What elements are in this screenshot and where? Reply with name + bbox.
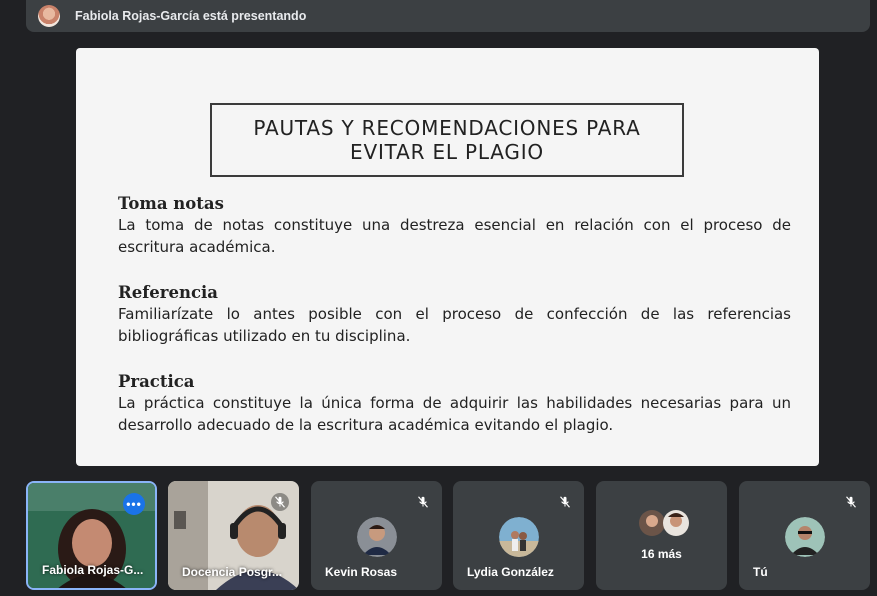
participant-tile-kevin[interactable]: Kevin Rosas xyxy=(311,481,442,590)
participant-tile-self[interactable]: Tú xyxy=(739,481,870,590)
participant-name: Lydia González xyxy=(467,565,554,579)
participant-name: Kevin Rosas xyxy=(325,565,398,579)
participant-avatar xyxy=(356,517,397,557)
section-heading: Practica xyxy=(118,372,195,391)
section-body: La toma de notas constituye una destreza… xyxy=(118,216,791,256)
shared-slide: PAUTAS Y RECOMENDACIONES PARA EVITAR EL … xyxy=(76,48,819,466)
slide-section-practica: Practica La práctica constituye la única… xyxy=(118,371,791,436)
participant-name: Tú xyxy=(753,565,768,579)
participant-tile-docencia[interactable]: Docencia Posgr... xyxy=(168,481,299,590)
presenting-banner: Fabiola Rojas-García está presentando xyxy=(26,0,870,32)
presenting-text: Fabiola Rojas-García está presentando xyxy=(75,9,307,23)
slide-title-box: PAUTAS Y RECOMENDACIONES PARA EVITAR EL … xyxy=(210,103,684,177)
section-heading: Toma notas xyxy=(118,194,224,213)
participant-avatar xyxy=(498,517,539,557)
participant-tile-fabiola[interactable]: ••• Fabiola Rojas-G... xyxy=(26,481,157,590)
presenter-avatar xyxy=(38,5,60,27)
participant-name: Docencia Posgr... xyxy=(182,565,283,579)
more-participants-count: 16 más xyxy=(641,547,682,561)
participant-name: Fabiola Rojas-G... xyxy=(42,563,144,577)
more-options-icon[interactable]: ••• xyxy=(123,493,145,515)
participant-avatar xyxy=(784,517,825,557)
section-heading: Referencia xyxy=(118,283,218,302)
participant-tile-lydia[interactable]: Lydia González xyxy=(453,481,584,590)
more-participants-tile[interactable]: 16 más xyxy=(596,481,727,590)
section-body: Familiarízate lo antes posible con el pr… xyxy=(118,305,791,345)
mic-off-icon xyxy=(846,496,856,508)
slide-title-line-1: PAUTAS Y RECOMENDACIONES PARA xyxy=(253,116,641,140)
participant-avatars-stack xyxy=(639,510,689,536)
mic-off-icon xyxy=(560,496,570,508)
slide-title-line-2: EVITAR EL PLAGIO xyxy=(350,140,544,164)
mic-off-icon xyxy=(418,496,428,508)
mic-off-icon xyxy=(271,493,289,511)
slide-section-toma-notas: Toma notas La toma de notas constituye u… xyxy=(118,193,791,258)
section-body: La práctica constituye la única forma de… xyxy=(118,394,791,434)
slide-section-referencia: Referencia Familiarízate lo antes posibl… xyxy=(118,282,791,347)
